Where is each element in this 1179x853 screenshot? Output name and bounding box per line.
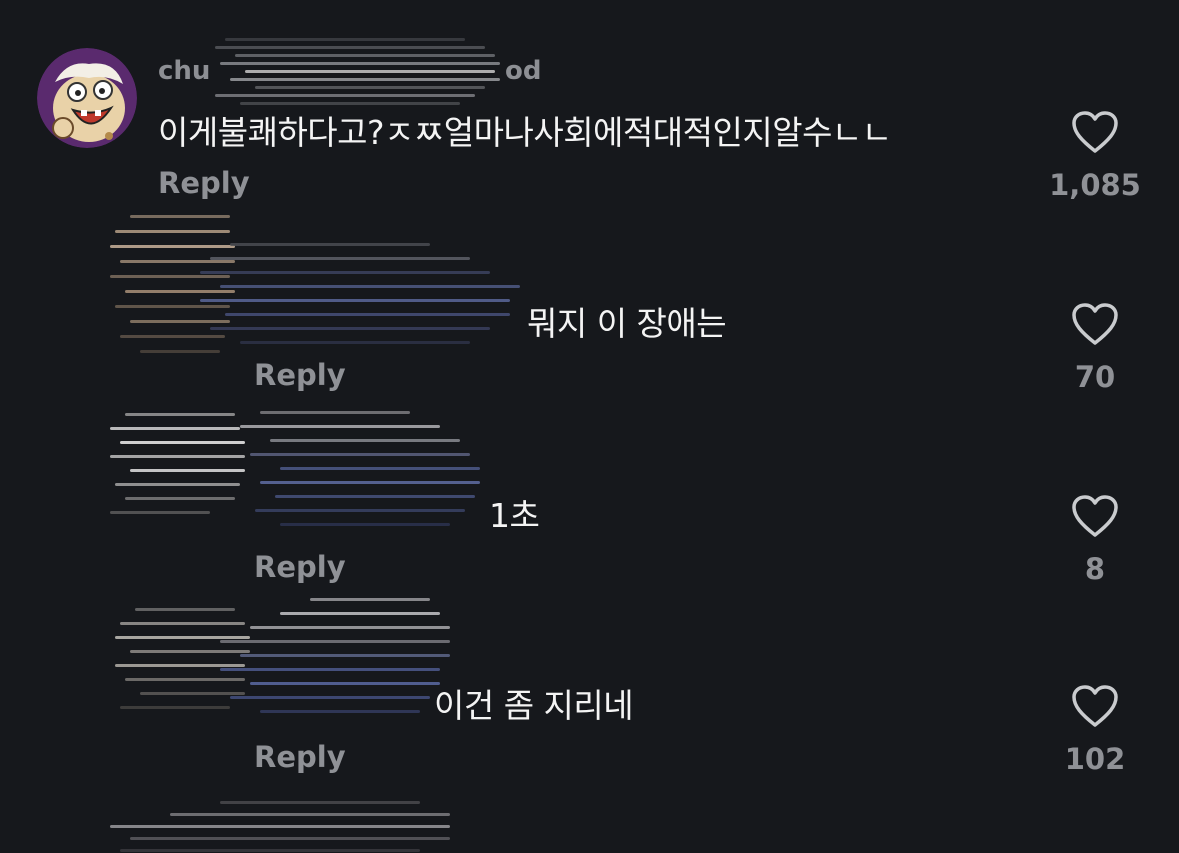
heart-outline-icon[interactable] (1071, 684, 1119, 728)
avatar-cartoon-icon (37, 48, 137, 148)
avatar[interactable] (37, 48, 137, 148)
heart-outline-icon[interactable] (1071, 302, 1119, 346)
comment-username[interactable]: chu (158, 56, 210, 86)
redacted-avatar (110, 405, 250, 520)
comment-item: 1초 Reply 8 (0, 390, 1179, 590)
comment-item: 이건 좀 지리네 Reply 102 (0, 580, 1179, 780)
redacted-username (220, 590, 460, 740)
like-control: 8 (1035, 494, 1155, 586)
comment-username-tail: od (505, 56, 542, 86)
redacted-next-comment (110, 795, 470, 853)
heart-outline-icon[interactable] (1071, 494, 1119, 538)
comment-item: 뭐지 이 장애는 Reply 70 (0, 190, 1179, 394)
like-count: 70 (1074, 360, 1116, 394)
comment-text: 뭐지 이 장애는 (527, 304, 727, 343)
like-control: 70 (1035, 302, 1155, 394)
redacted-username (200, 235, 520, 360)
heart-outline-icon[interactable] (1071, 110, 1119, 154)
reply-button[interactable]: Reply (254, 740, 346, 774)
like-control: 102 (1035, 684, 1155, 776)
reply-button[interactable]: Reply (254, 358, 346, 392)
reply-button[interactable]: Reply (254, 550, 346, 584)
like-control: 1,085 (1035, 110, 1155, 202)
comment-text: 이건 좀 지리네 (434, 686, 634, 725)
redacted-username (240, 405, 490, 545)
like-count: 102 (1064, 742, 1126, 776)
comment-text: 1초 (489, 496, 540, 535)
comment-text: 이게불쾌하다고?ㅈㅉ얼마나사회에적대적인지알수ㄴㄴ (158, 113, 892, 152)
